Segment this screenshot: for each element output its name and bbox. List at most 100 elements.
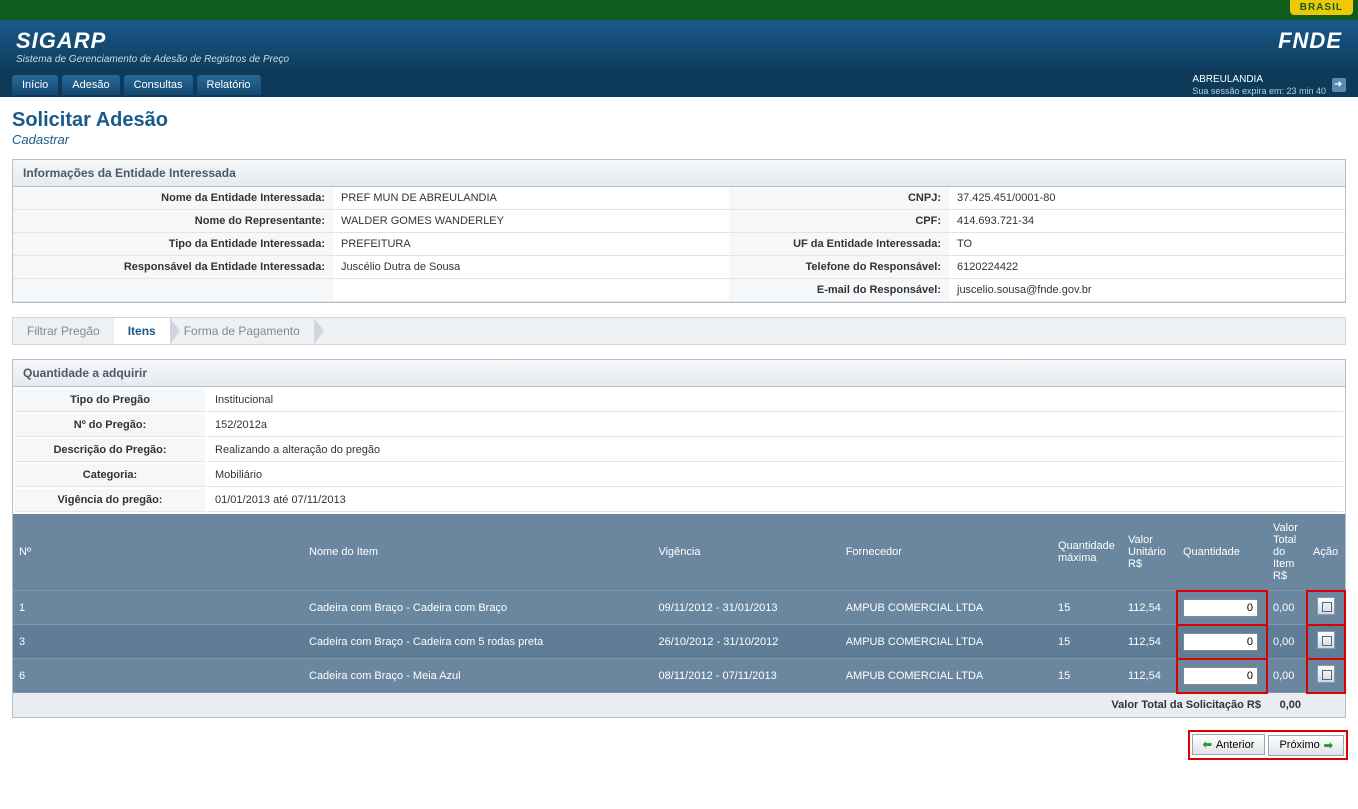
entity-field-label: Responsável da Entidade Interessada: [13,256,333,279]
session-info: ABREULANDIA Sua sessão expira em: 23 min… [1192,73,1346,98]
cell: 08/11/2012 - 07/11/2013 [652,659,839,693]
cell: AMPUB COMERCIAL LTDA [840,591,1052,625]
meta-label: Descrição do Pregão: [15,439,205,462]
session-expires: Sua sessão expira em: 23 min 40 [1192,86,1326,96]
cell: 3 [13,625,303,659]
logo-area: SIGARP Sistema de Gerenciamento de Adesã… [16,28,289,65]
next-label: Próximo [1279,739,1319,751]
acquire-panel: Quantidade a adquirir Tipo do PregãoInst… [12,359,1346,718]
arrow-left-icon: ⬅ [1203,738,1212,751]
entity-field-label: Tipo da Entidade Interessada: [13,233,333,256]
col-header: Valor Unitário R$ [1122,514,1177,591]
meta-label: Nº do Pregão: [15,414,205,437]
entity-field-label: CPF: [729,210,949,233]
meta-label: Vigência do pregão: [15,489,205,512]
col-header: Nº [13,514,303,591]
org-logo: FNDE [1278,28,1342,54]
col-header: Quantidade máxima [1052,514,1122,591]
next-button[interactable]: Próximo ➡ [1268,735,1344,756]
prev-button[interactable]: ⬅ Anterior [1192,734,1266,755]
entity-field-label: Nome da Entidade Interessada: [13,187,333,210]
entity-field-label: E-mail do Responsável: [729,279,949,302]
cell: AMPUB COMERCIAL LTDA [840,659,1052,693]
step-filtrar[interactable]: Filtrar Pregão [13,318,114,344]
entity-panel-title: Informações da Entidade Interessada [13,160,1345,187]
col-header: Ação [1307,514,1345,591]
page-title: Solicitar Adesão [12,109,1346,132]
action-cell [1307,625,1345,659]
app-name: SIGARP [16,28,289,54]
cell: 26/10/2012 - 31/10/2012 [652,625,839,659]
cell: 112,54 [1122,591,1177,625]
main-menu: Início Adesão Consultas Relatório ABREUL… [0,73,1358,97]
nav-buttons: ⬅ Anterior Próximo ➡ [12,732,1346,758]
table-row: 3Cadeira com Braço - Cadeira com 5 rodas… [13,625,1345,659]
cell: Cadeira com Braço - Cadeira com Braço [303,591,652,625]
qty-cell [1177,591,1267,625]
col-header: Vigência [652,514,839,591]
entity-field-value: PREFEITURA [333,233,729,256]
brasil-badge[interactable]: BRASIL [1290,0,1353,15]
step-itens[interactable]: Itens [114,318,170,344]
table-row: 1Cadeira com Braço - Cadeira com Braço09… [13,591,1345,625]
entity-field-label: Telefone do Responsável: [729,256,949,279]
quantity-input[interactable] [1183,667,1258,685]
detail-icon[interactable] [1317,631,1335,649]
row-total: 0,00 [1267,659,1307,693]
page-subtitle: Cadastrar [12,132,1346,147]
total-label: Valor Total da Solicitação R$ [13,693,1267,718]
action-cell [1307,659,1345,693]
cell: 6 [13,659,303,693]
col-header: Fornecedor [840,514,1052,591]
col-header: Valor Total do Item R$ [1267,514,1307,591]
app-header: SIGARP Sistema de Gerenciamento de Adesã… [0,20,1358,73]
meta-label: Tipo do Pregão [15,389,205,412]
qty-cell [1177,659,1267,693]
step-pagamento[interactable]: Forma de Pagamento [170,318,314,344]
entity-field-label: CNPJ: [729,187,949,210]
table-row: 6Cadeira com Braço - Meia Azul08/11/2012… [13,659,1345,693]
qty-cell [1177,625,1267,659]
entity-field-value: Juscélio Dutra de Sousa [333,256,729,279]
app-subtitle: Sistema de Gerenciamento de Adesão de Re… [16,54,289,65]
cell: Cadeira com Braço - Cadeira com 5 rodas … [303,625,652,659]
wizard-steps: Filtrar Pregão Itens Forma de Pagamento [12,317,1346,345]
menu-inicio[interactable]: Início [12,75,58,95]
menu-adesao[interactable]: Adesão [62,75,119,95]
quantity-input[interactable] [1183,633,1258,651]
cell: 15 [1052,591,1122,625]
entity-field-value: WALDER GOMES WANDERLEY [333,210,729,233]
total-row: Valor Total da Solicitação R$ 0,00 [13,693,1345,718]
prev-label: Anterior [1216,739,1255,751]
entity-info-panel: Informações da Entidade Interessada Nome… [12,159,1346,303]
entity-field-value: 37.425.451/0001-80 [949,187,1345,210]
entity-field-value: 414.693.721-34 [949,210,1345,233]
meta-value: 01/01/2013 até 07/11/2013 [207,489,1343,512]
entity-field-label: UF da Entidade Interessada: [729,233,949,256]
cell: 112,54 [1122,659,1177,693]
meta-value: Realizando a alteração do pregão [207,439,1343,462]
detail-icon[interactable] [1317,665,1335,683]
entity-field-value: juscelio.sousa@fnde.gov.br [949,279,1345,302]
cell: 15 [1052,625,1122,659]
cell: 15 [1052,659,1122,693]
entity-field-value: TO [949,233,1345,256]
row-total: 0,00 [1267,591,1307,625]
entity-field-label: Nome do Representante: [13,210,333,233]
cell: 112,54 [1122,625,1177,659]
detail-icon[interactable] [1317,597,1335,615]
meta-value: Institucional [207,389,1343,412]
cell: 1 [13,591,303,625]
meta-value: 152/2012a [207,414,1343,437]
menu-consultas[interactable]: Consultas [124,75,193,95]
entity-field-value: PREF MUN DE ABREULANDIA [333,187,729,210]
quantity-input[interactable] [1183,599,1258,617]
total-value: 0,00 [1267,693,1307,718]
entity-field-value: 6120224422 [949,256,1345,279]
menu-relatorio[interactable]: Relatório [197,75,261,95]
col-header: Nome do Item [303,514,652,591]
gov-top-stripe: BRASIL [0,0,1358,20]
meta-value: Mobiliário [207,464,1343,487]
cell: AMPUB COMERCIAL LTDA [840,625,1052,659]
logout-icon[interactable] [1332,78,1346,92]
